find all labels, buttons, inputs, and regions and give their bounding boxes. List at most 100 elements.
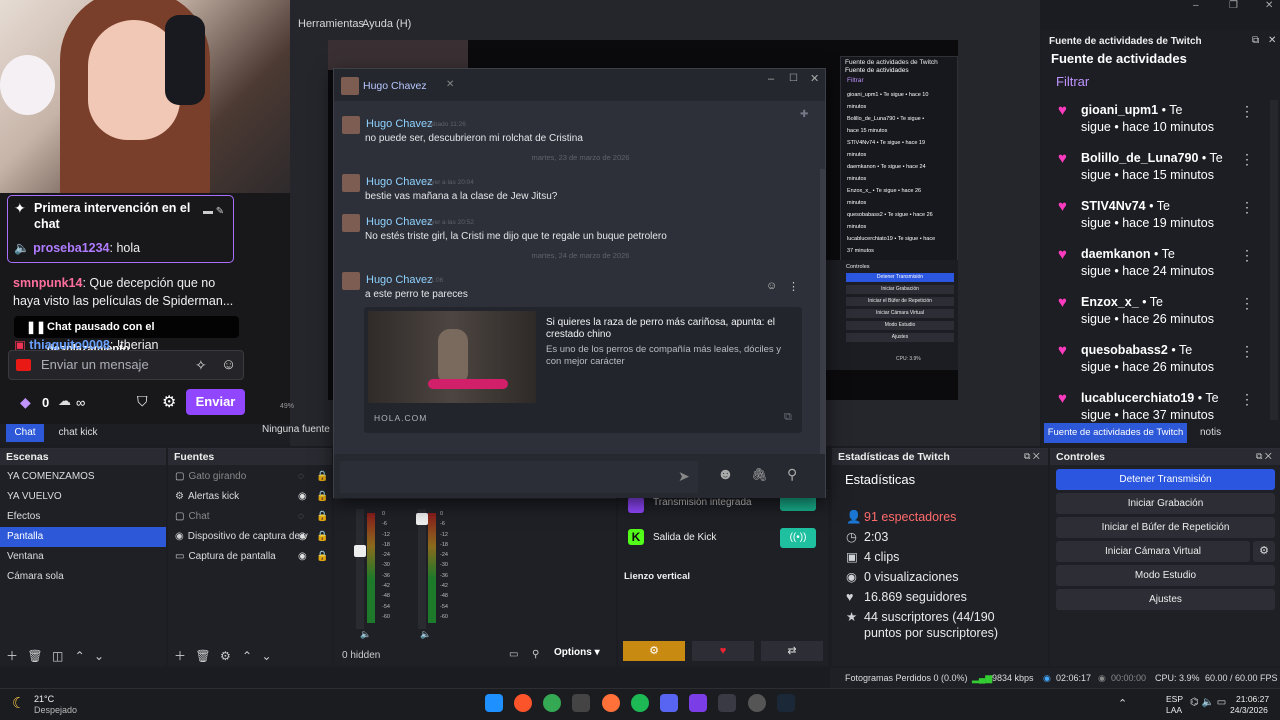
close-window-icon[interactable]: ✕ (810, 72, 819, 85)
message-author[interactable]: Hugo Chavez (366, 274, 433, 286)
mute-icon[interactable]: 🔈 (420, 629, 431, 640)
replay-buffer-button[interactable]: Iniciar el Búfer de Repetición (1056, 517, 1275, 538)
more-options-icon[interactable]: ⋮ (1240, 247, 1254, 264)
follower-username[interactable]: Enzox_x_ (1081, 295, 1139, 309)
add-icon[interactable]: ＋ (6, 649, 18, 663)
virtual-camera-button[interactable]: Iniciar Cámara Virtual (1056, 541, 1250, 562)
source-item[interactable]: ◉ Dispositivo de captura de v ◉ 🔒 (168, 527, 332, 547)
follower-username[interactable]: gioani_upm1 (1081, 103, 1158, 117)
lock-icon[interactable]: 🔒 (316, 527, 328, 547)
link-preview-card[interactable]: HOLA.COM Si quieres la raza de perro más… (364, 307, 802, 433)
chat-username[interactable]: proseba1234 (33, 241, 109, 255)
input-layout[interactable]: LAA (1166, 705, 1182, 715)
clock-time[interactable]: 21:06:27 (1236, 694, 1269, 704)
more-options-icon[interactable]: ⋮ (1240, 295, 1254, 312)
lock-icon[interactable]: 🔒 (316, 547, 328, 567)
source-item[interactable]: ▢ Chat ◌ 🔒 (168, 507, 332, 527)
more-options-icon[interactable]: ⋮ (1240, 103, 1254, 120)
filter-icon[interactable]: ◫ (52, 649, 63, 663)
weather-icon[interactable]: ☾ (12, 694, 25, 712)
settings-button[interactable]: Ajustes (1056, 589, 1275, 610)
visibility-eye-icon[interactable]: ◌ (298, 467, 304, 487)
message-author[interactable]: Hugo Chavez (366, 176, 433, 188)
scene-item[interactable]: Ventana (0, 547, 166, 567)
more-options-icon[interactable]: ⋮ (1240, 199, 1254, 216)
chrome-icon[interactable] (543, 694, 561, 712)
menu-tools[interactable]: Herramientas (298, 18, 364, 30)
channel-points-icon[interactable]: ◆ (20, 394, 31, 411)
network-sound-icon[interactable]: ⌬ 🔈 ▭ (1190, 697, 1226, 708)
vertical-swap-button[interactable]: ⇄ (761, 641, 823, 661)
output-toggle[interactable]: ((•)) (780, 528, 816, 548)
tab-notis[interactable]: notis (1200, 423, 1221, 443)
chat-paused-banner[interactable]: ❚❚ Chat pausado con el desplazamiento (14, 316, 239, 355)
visibility-eye-icon[interactable]: ◉ (298, 527, 307, 547)
move-up-icon[interactable]: ⌃ (75, 649, 85, 663)
filter-link[interactable]: Filtrar (1056, 74, 1089, 89)
emoji-icon[interactable]: ☺ (221, 351, 236, 379)
minimize-icon[interactable]: – (768, 73, 774, 85)
scene-item[interactable]: Efectos (0, 507, 166, 527)
send-chat-button[interactable]: Enviar (186, 389, 245, 415)
editor-icon[interactable] (718, 694, 736, 712)
volume-fader[interactable] (416, 509, 428, 629)
minimize-icon[interactable]: – (1193, 0, 1199, 11)
clock-date[interactable]: 24/3/2026 (1230, 705, 1268, 715)
link-title[interactable]: Si quieres la raza de perro más cariñosa… (546, 317, 786, 341)
source-item[interactable]: ▢ Gato girando ◌ 🔒 (168, 467, 332, 487)
close-tab-icon[interactable]: ✕ (446, 79, 454, 90)
lock-icon[interactable]: 🔒 (316, 507, 328, 527)
tab-activity-feed[interactable]: Fuente de actividades de Twitch (1044, 423, 1187, 443)
settings-gear-icon[interactable]: ⚙ (162, 392, 176, 412)
scene-item[interactable]: YA VUELVO (0, 487, 166, 507)
visibility-eye-icon[interactable]: ◉ (298, 547, 307, 567)
add-icon[interactable]: ＋ (174, 649, 186, 663)
close-dock-icon[interactable]: ✕ (1268, 35, 1276, 46)
volume-fader[interactable] (354, 509, 366, 629)
follower-username[interactable]: quesobabass2 (1081, 343, 1168, 357)
move-up-icon[interactable]: ⌃ (242, 649, 252, 663)
more-options-icon[interactable]: ⋮ (1240, 151, 1254, 168)
follower-username[interactable]: STIV4Nv74 (1081, 199, 1146, 213)
source-item[interactable]: ⚙ Alertas kick ◉ 🔒 (168, 487, 332, 507)
more-options-icon[interactable]: ⋮ (788, 280, 799, 293)
mute-icon[interactable]: 🔈 (360, 629, 371, 640)
chat-username[interactable]: smnpunk14 (13, 276, 82, 290)
voice-icon[interactable]: ⚲ (787, 466, 797, 483)
vertical-heart-button[interactable]: ♥ (692, 641, 754, 661)
mixer-link-icon[interactable]: ⚲ (532, 649, 539, 660)
settings-icon[interactable]: ⚙ (220, 649, 231, 663)
undock-icon[interactable]: ⧉ (1252, 35, 1259, 46)
mixer-options-dropdown[interactable]: Options ▾ (554, 647, 600, 658)
fader-handle[interactable] (354, 545, 366, 557)
lock-icon[interactable]: 🔒 (316, 487, 328, 507)
more-options-icon[interactable]: ⋮ (1240, 391, 1254, 408)
emoji-icon[interactable]: ☻ (717, 466, 734, 484)
firefox-icon[interactable] (602, 694, 620, 712)
shield-icon[interactable]: ⛉ (137, 393, 148, 410)
spotify-icon[interactable] (631, 694, 649, 712)
remove-icon[interactable]: 🗑 (27, 649, 42, 663)
more-options-icon[interactable]: ⋮ (1240, 343, 1254, 360)
start-icon[interactable] (485, 694, 503, 712)
source-item[interactable]: ▭ Captura de pantalla ◉ 🔒 (168, 547, 332, 567)
dm-scrollbar[interactable] (820, 169, 825, 459)
scene-item[interactable]: YA COMENZAMOS (0, 467, 166, 487)
edit-icon[interactable]: ▬ ✎ (203, 206, 224, 217)
maximize-icon[interactable]: ❐ (1229, 0, 1238, 11)
add-friend-icon[interactable]: ✚ (800, 109, 808, 120)
gpu-icon[interactable] (572, 694, 590, 712)
remove-icon[interactable]: 🗑 (195, 649, 210, 663)
start-recording-button[interactable]: Iniciar Grabación (1056, 493, 1275, 514)
chat-message-input[interactable]: Enviar un mensaje ✧ ☺ (8, 350, 244, 380)
sparkle-magic-icon[interactable]: ✧ (195, 351, 207, 379)
send-icon[interactable]: ➤ (678, 468, 690, 485)
visibility-eye-icon[interactable]: ◌ (298, 507, 304, 527)
follower-username[interactable]: daemkanon (1081, 247, 1150, 261)
maximize-icon[interactable]: ☐ (789, 73, 798, 84)
lock-icon[interactable]: 🔒 (316, 467, 328, 487)
steam-icon[interactable] (777, 694, 795, 712)
vertical-settings-button[interactable]: ⚙ (623, 641, 685, 661)
move-down-icon[interactable]: ⌄ (94, 649, 104, 663)
close-window-icon[interactable]: ✕ (1265, 0, 1273, 11)
